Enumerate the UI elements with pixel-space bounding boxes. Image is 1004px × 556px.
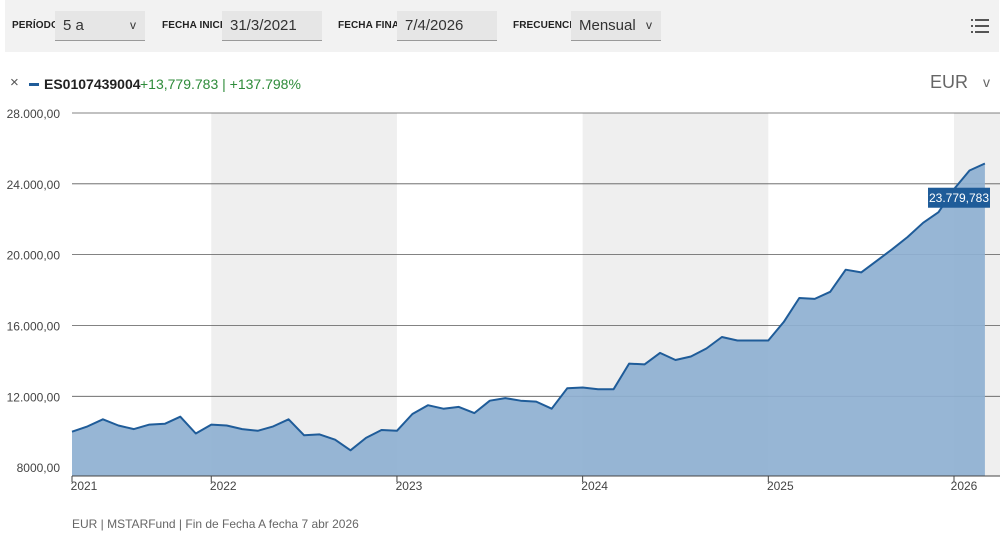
- x-tick-label: 2022: [210, 479, 237, 493]
- x-tick-label: 2026: [951, 479, 978, 493]
- price-chart: 28.000,00 24.000,00 20.000,00 16.000,00 12.0…: [7, 107, 1000, 493]
- y-tick-label: 12.000,00: [7, 390, 61, 404]
- x-tick-label: 2023: [396, 479, 423, 493]
- y-tick-label: 20.000,00: [7, 249, 61, 263]
- last-value-label: 23.779,783: [929, 191, 989, 205]
- x-tick-label: 2025: [767, 479, 794, 493]
- y-tick-label: 28.000,00: [7, 107, 61, 121]
- chart-footer: EUR | MSTARFund | Fin de Fecha A fecha 7…: [72, 517, 359, 531]
- x-tick-label: 2024: [581, 479, 608, 493]
- year-band: [211, 113, 397, 476]
- y-tick-label: 8000,00: [17, 461, 61, 475]
- y-tick-label: 24.000,00: [7, 178, 61, 192]
- x-tick-label: 2021: [71, 479, 98, 493]
- y-tick-label: 16.000,00: [7, 319, 61, 333]
- series-area: [72, 163, 985, 476]
